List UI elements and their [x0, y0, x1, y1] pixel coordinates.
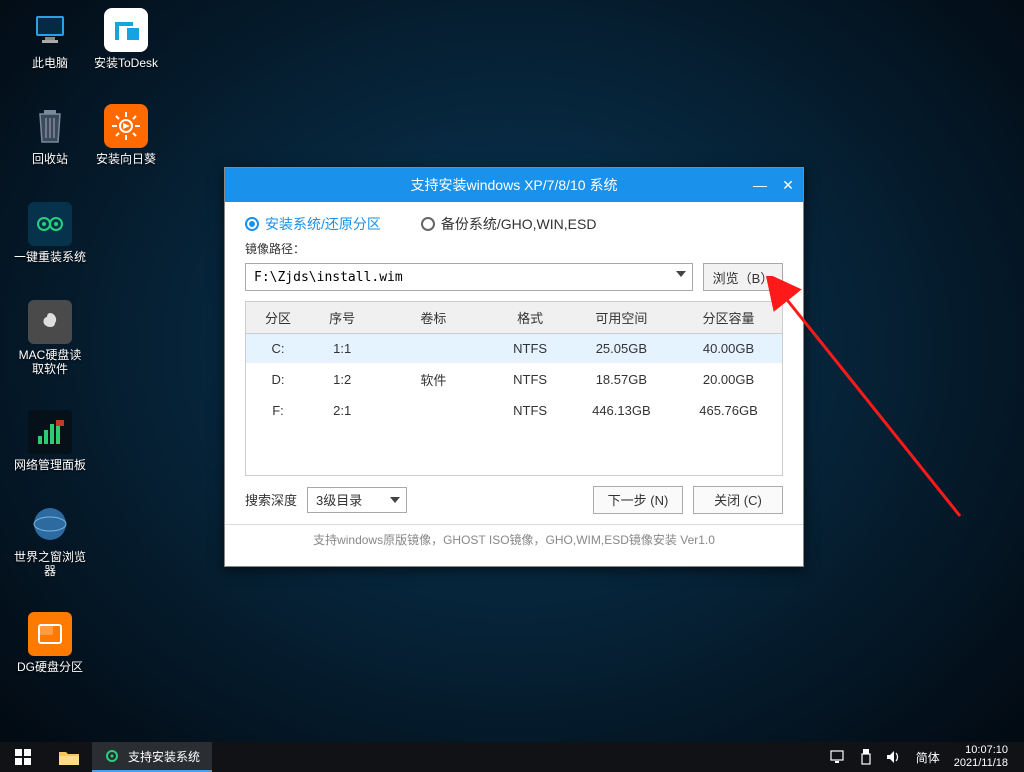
todesk-icon: [104, 8, 148, 52]
tray-network-icon[interactable]: [830, 750, 846, 764]
desktop-icon-label: 回收站: [14, 152, 86, 166]
desktop-icon-label: 安装向日葵: [90, 152, 162, 166]
desktop-icon-label: MAC硬盘读 取软件: [14, 348, 86, 377]
table-row[interactable]: F: 2:1 NTFS 446.13GB 465.76GB: [246, 396, 783, 425]
desktop-icon-netpanel[interactable]: 网络管理面板: [14, 410, 86, 472]
mode-radio-group: 安装系统/还原分区 备份系统/GHO,WIN,ESD: [225, 202, 803, 240]
radio-label: 安装系统/还原分区: [265, 214, 381, 234]
gear-icon: [104, 748, 120, 764]
sunflower-icon: [104, 104, 148, 148]
dialog-titlebar[interactable]: 支持安装windows XP/7/8/10 系统 — ✕: [225, 168, 803, 202]
table-row[interactable]: D: 1:2 软件 NTFS 18.57GB 20.00GB: [246, 363, 783, 396]
taskbar: 支持安装系统 简体 10:07:10 2021/11/18: [0, 742, 1024, 772]
start-button[interactable]: [0, 742, 46, 772]
chevron-down-icon: [390, 497, 400, 503]
desktop-icon-label: 网络管理面板: [14, 458, 86, 472]
desktop-icon-browser[interactable]: 世界之窗浏览 器: [14, 502, 86, 579]
table-row[interactable]: [246, 425, 783, 475]
chevron-down-icon: [676, 271, 686, 277]
install-dialog: 支持安装windows XP/7/8/10 系统 — ✕ 安装系统/还原分区 备…: [224, 167, 804, 567]
dialog-title: 支持安装windows XP/7/8/10 系统: [411, 175, 618, 195]
radio-label: 备份系统/GHO,WIN,ESD: [441, 214, 597, 234]
th-capacity[interactable]: 分区容量: [675, 302, 782, 334]
taskbar-explorer[interactable]: [46, 742, 92, 772]
next-button[interactable]: 下一步 (N): [593, 486, 683, 514]
pc-icon: [28, 8, 72, 52]
browser-icon: [28, 502, 72, 546]
recycle-icon: [28, 104, 72, 148]
dgdisk-icon: [28, 612, 72, 656]
close-button[interactable]: ✕: [779, 177, 797, 194]
browse-button[interactable]: 浏览（B）: [703, 263, 783, 291]
tray-usb-icon[interactable]: [860, 749, 872, 765]
taskbar-task-label: 支持安装系统: [128, 748, 200, 765]
desktop: 此电脑 安装ToDesk 回收站 安装向日葵 一键重装系统 MAC硬盘读 取软件: [0, 0, 1024, 742]
desktop-icon-label: DG硬盘分区: [14, 660, 86, 674]
dialog-footer-text: 支持windows原版镜像，GHOST ISO镜像，GHO,WIM,ESD镜像安…: [225, 524, 803, 554]
close-dialog-button[interactable]: 关闭 (C): [693, 486, 783, 514]
th-volume[interactable]: 卷标: [374, 302, 492, 334]
desktop-icon-label: 一键重装系统: [14, 250, 86, 264]
browse-button-label: 浏览（B）: [713, 268, 774, 287]
partition-table-wrap: 分区 序号 卷标 格式 可用空间 分区容量 C: 1:1 NTFS 25.05: [225, 301, 803, 476]
desktop-icon-todesk[interactable]: 安装ToDesk: [90, 8, 162, 70]
desktop-icon-macread[interactable]: MAC硬盘读 取软件: [14, 300, 86, 377]
window-controls: — ✕: [751, 168, 797, 202]
th-serial[interactable]: 序号: [310, 302, 374, 334]
tray-clock[interactable]: 10:07:10 2021/11/18: [954, 744, 1018, 769]
radio-backup[interactable]: 备份系统/GHO,WIN,ESD: [421, 214, 597, 234]
reinstall-icon: [28, 202, 72, 246]
tray-ime[interactable]: 简体: [916, 749, 940, 766]
netpanel-icon: [28, 410, 72, 454]
image-path-dropdown[interactable]: F:\Zjds\install.wim: [245, 263, 693, 291]
desktop-icon-dgdisk[interactable]: DG硬盘分区: [14, 612, 86, 674]
clock-time: 10:07:10: [954, 744, 1008, 757]
desktop-icon-label: 此电脑: [14, 56, 86, 70]
th-format[interactable]: 格式: [493, 302, 568, 334]
desktop-icon-reinstall[interactable]: 一键重装系统: [14, 202, 86, 264]
mac-hdd-icon: [28, 300, 72, 344]
desktop-icon-label: 安装ToDesk: [90, 56, 162, 70]
partition-table[interactable]: 分区 序号 卷标 格式 可用空间 分区容量 C: 1:1 NTFS 25.05: [245, 301, 783, 476]
desktop-icon-recycle[interactable]: 回收站: [14, 104, 86, 166]
table-row[interactable]: C: 1:1 NTFS 25.05GB 40.00GB: [246, 334, 783, 364]
th-partition[interactable]: 分区: [246, 302, 310, 334]
taskbar-task-installer[interactable]: 支持安装系统: [92, 742, 212, 772]
tray-volume-icon[interactable]: [886, 750, 902, 764]
image-path-value: F:\Zjds\install.wim: [254, 270, 403, 285]
th-free[interactable]: 可用空间: [568, 302, 675, 334]
search-depth-dropdown[interactable]: 3级目录: [307, 487, 407, 513]
minimize-button[interactable]: —: [751, 177, 769, 193]
dialog-footer-row: 搜索深度 3级目录 下一步 (N) 关闭 (C): [225, 476, 803, 524]
desktop-icon-label: 世界之窗浏览 器: [14, 550, 86, 579]
desktop-icon-pc[interactable]: 此电脑: [14, 8, 86, 70]
desktop-icon-sunflower[interactable]: 安装向日葵: [90, 104, 162, 166]
radio-install-restore[interactable]: 安装系统/还原分区: [245, 214, 381, 234]
clock-date: 2021/11/18: [954, 757, 1008, 770]
path-label: 镜像路径：: [245, 240, 783, 257]
depth-value: 3级目录: [316, 490, 362, 509]
depth-label: 搜索深度: [245, 490, 297, 509]
